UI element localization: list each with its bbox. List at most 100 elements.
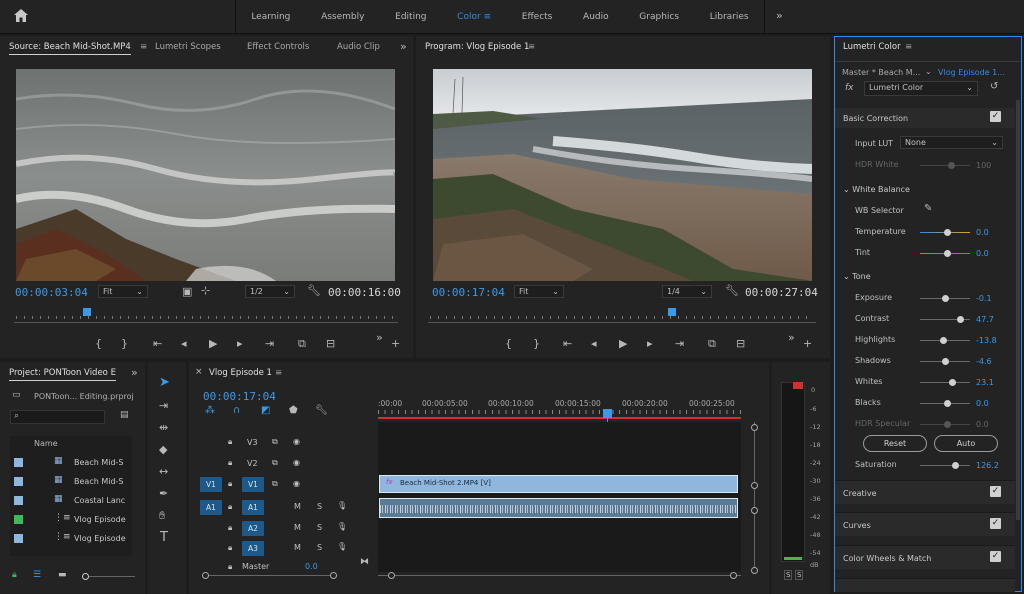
hsl-header-partial[interactable] bbox=[835, 578, 1015, 592]
input-lut-select[interactable]: None ⌄ bbox=[900, 136, 1003, 149]
creative-checkbox[interactable]: ✓ bbox=[990, 486, 1001, 497]
lock-icon[interactable]: 🔒︎ bbox=[228, 523, 232, 533]
workspace-effects[interactable]: Effects bbox=[522, 12, 553, 22]
blacks-slider[interactable] bbox=[920, 400, 970, 407]
eye-icon[interactable]: ◉ bbox=[293, 479, 300, 488]
work-area-bar[interactable] bbox=[378, 417, 741, 419]
go-to-in-icon[interactable]: ⇤ bbox=[153, 338, 162, 349]
menu-icon[interactable]: ≡ bbox=[275, 368, 282, 378]
play-icon[interactable]: ▶ bbox=[619, 338, 627, 349]
lock-icon[interactable]: 🔒︎ bbox=[228, 562, 232, 572]
source-patch-a1[interactable]: A1 bbox=[200, 500, 222, 515]
vscroll-handle[interactable] bbox=[751, 567, 758, 574]
contrast-value[interactable]: 47.7 bbox=[976, 315, 994, 324]
timeline-ruler[interactable]: :00:00 00:00:05:00 00:00:10:00 00:00:15:… bbox=[378, 392, 741, 420]
reset-effect-icon[interactable]: ↺ bbox=[990, 82, 998, 92]
tint-value[interactable]: 0.0 bbox=[976, 249, 989, 258]
mute-button[interactable]: M bbox=[294, 523, 301, 532]
saturation-slider[interactable] bbox=[920, 462, 970, 469]
add-button-icon[interactable]: + bbox=[803, 338, 812, 349]
solo-button[interactable]: S bbox=[317, 543, 322, 552]
exposure-slider[interactable] bbox=[920, 295, 970, 302]
add-button-icon[interactable]: + bbox=[391, 338, 400, 349]
slider-knob[interactable] bbox=[942, 358, 949, 365]
lock-icon[interactable]: 🔒︎ bbox=[228, 543, 232, 553]
source-scrub-bar[interactable] bbox=[14, 322, 398, 323]
scroll-handle-right[interactable] bbox=[730, 572, 737, 579]
slider-knob[interactable] bbox=[942, 295, 949, 302]
track-label[interactable]: A1 bbox=[242, 500, 264, 515]
tab-project[interactable]: Project: PONToon Video E bbox=[9, 368, 116, 381]
wrench-icon[interactable]: 🔧︎ bbox=[315, 406, 328, 416]
program-resolution-select[interactable]: 1/4 ⌄ bbox=[662, 285, 712, 298]
eye-icon[interactable]: ◉ bbox=[293, 458, 300, 467]
mute-button[interactable]: M bbox=[294, 543, 301, 552]
meter-solo-right[interactable]: S bbox=[795, 570, 804, 580]
workspace-audio[interactable]: Audio bbox=[583, 12, 609, 22]
lock-icon[interactable]: 🔒︎ bbox=[228, 479, 232, 489]
timeline-timecode[interactable]: 00:00:17:04 bbox=[203, 390, 276, 403]
go-to-out-icon[interactable]: ⇥ bbox=[675, 338, 684, 349]
timeline-scrollbar[interactable] bbox=[378, 572, 741, 579]
go-to-out-icon[interactable]: ⇥ bbox=[265, 338, 274, 349]
program-scrub-bar[interactable] bbox=[428, 322, 816, 323]
lock-icon[interactable]: 🔒︎ bbox=[228, 437, 232, 447]
play-icon[interactable]: ▶ bbox=[209, 338, 217, 349]
lock-icon[interactable]: 🔒︎ bbox=[228, 502, 232, 512]
slider-knob[interactable] bbox=[949, 379, 956, 386]
list-item[interactable]: ▦ Beach Mid-S bbox=[14, 475, 132, 489]
home-icon[interactable] bbox=[12, 8, 30, 26]
step-forward-icon[interactable]: ▸ bbox=[647, 338, 653, 349]
linked-selection-icon[interactable]: ◩ bbox=[261, 406, 270, 416]
program-fit-select[interactable]: Fit ⌄ bbox=[514, 285, 564, 298]
color-wheels-checkbox[interactable]: ✓ bbox=[990, 551, 1001, 562]
zoom-handle-right[interactable] bbox=[330, 572, 337, 579]
saturation-value[interactable]: 126.2 bbox=[976, 461, 999, 470]
pen-tool-icon[interactable]: ✒ bbox=[159, 488, 168, 499]
microphone-icon[interactable]: 🎙︎ bbox=[337, 522, 347, 531]
ripple-edit-tool-icon[interactable]: ⇹ bbox=[159, 422, 168, 433]
tone-label[interactable]: ⌄ Tone bbox=[843, 272, 871, 281]
source-patch-v1[interactable]: V1 bbox=[200, 477, 222, 492]
slider-knob[interactable] bbox=[944, 229, 951, 236]
blacks-value[interactable]: 0.0 bbox=[976, 399, 989, 408]
tab-source[interactable]: Source: Beach Mid-Shot.MP4 bbox=[9, 42, 131, 55]
tab-sequence[interactable]: Vlog Episode 1 bbox=[209, 368, 272, 378]
video-clip[interactable]: fx Beach Mid-Shot 2.MP4 [V] bbox=[379, 475, 738, 493]
tint-slider[interactable] bbox=[920, 250, 970, 257]
zoom-fit-icon[interactable]: ⧓ bbox=[360, 558, 369, 567]
workspace-assembly[interactable]: Assembly bbox=[321, 12, 364, 22]
white-balance-label[interactable]: ⌄ White Balance bbox=[843, 185, 910, 194]
eyedropper-icon[interactable]: ✎ bbox=[924, 204, 932, 214]
menu-icon[interactable]: ≡ bbox=[140, 42, 147, 52]
program-playhead[interactable] bbox=[668, 308, 676, 316]
lock-icon[interactable]: 🔒︎ bbox=[12, 571, 17, 580]
menu-icon[interactable]: ≡ bbox=[528, 42, 535, 52]
source-timecode[interactable]: 00:00:03:04 bbox=[15, 286, 88, 299]
whites-slider[interactable] bbox=[920, 379, 970, 386]
selection-tool-icon[interactable]: ➤ bbox=[159, 376, 170, 389]
project-search-input[interactable]: ⌕ bbox=[10, 410, 105, 424]
shadows-value[interactable]: -4.6 bbox=[976, 357, 992, 366]
slider-knob[interactable] bbox=[952, 462, 959, 469]
temperature-value[interactable]: 0.0 bbox=[976, 228, 989, 237]
list-item[interactable]: ⋮≡ Vlog Episode bbox=[14, 513, 132, 527]
master-clip-tab[interactable]: Master * Beach M... bbox=[842, 68, 920, 77]
sequence-clip-tab[interactable]: Vlog Episode 1... bbox=[938, 68, 1005, 77]
vscroll-handle[interactable] bbox=[751, 482, 758, 489]
workspace-libraries[interactable]: Libraries bbox=[710, 12, 749, 22]
temperature-slider[interactable] bbox=[920, 229, 970, 236]
tab-audio-clip[interactable]: Audio Clip bbox=[337, 42, 380, 52]
vertical-scrollbar[interactable] bbox=[751, 422, 758, 574]
workspace-color[interactable]: Color ≡ bbox=[457, 12, 491, 22]
track-label[interactable]: A3 bbox=[242, 541, 264, 556]
lift-icon[interactable]: ⧉ bbox=[708, 338, 716, 349]
meter-clip-indicator[interactable] bbox=[793, 382, 803, 389]
basic-correction-checkbox[interactable]: ✓ bbox=[990, 111, 1001, 122]
highlights-slider[interactable] bbox=[920, 337, 970, 344]
meter-solo-left[interactable]: S bbox=[784, 570, 793, 580]
track-label[interactable]: V1 bbox=[242, 477, 264, 492]
panel-overflow-icon[interactable]: » bbox=[376, 332, 383, 343]
lock-icon[interactable]: 🔒︎ bbox=[228, 458, 232, 468]
vscroll-handle[interactable] bbox=[751, 424, 758, 431]
